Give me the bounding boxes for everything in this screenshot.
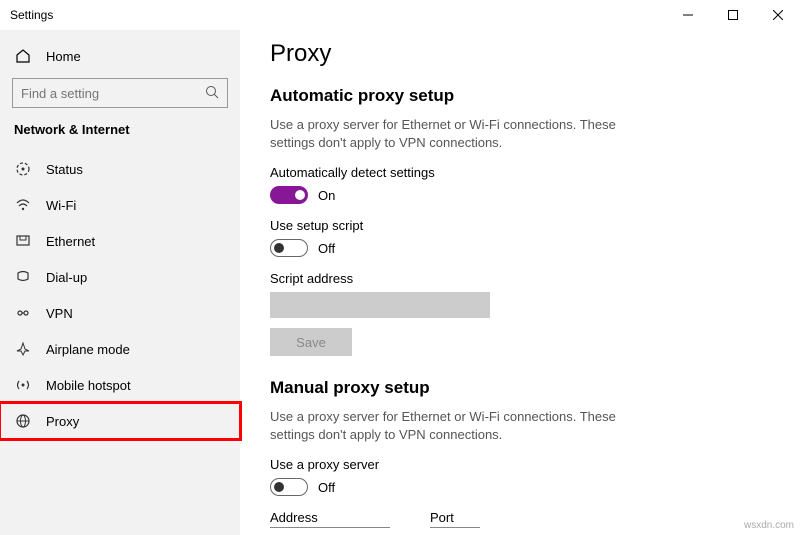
- sidebar-item-vpn[interactable]: VPN: [0, 295, 240, 331]
- search-input[interactable]: [21, 86, 205, 101]
- sidebar-item-label: Mobile hotspot: [46, 378, 131, 393]
- home-label: Home: [46, 49, 81, 64]
- sidebar-item-wifi[interactable]: Wi-Fi: [0, 187, 240, 223]
- manual-proxy-desc: Use a proxy server for Ethernet or Wi-Fi…: [270, 408, 650, 443]
- auto-detect-label: Automatically detect settings: [270, 165, 770, 180]
- page-title: Proxy: [270, 40, 770, 68]
- sidebar-item-label: Status: [46, 162, 83, 177]
- home-nav[interactable]: Home: [0, 40, 240, 72]
- use-proxy-label: Use a proxy server: [270, 457, 770, 472]
- titlebar: Settings: [0, 0, 800, 30]
- window-title: Settings: [10, 8, 53, 22]
- sidebar-item-label: VPN: [46, 306, 73, 321]
- search-icon: [205, 85, 219, 102]
- port-label: Port: [430, 510, 480, 528]
- sidebar-item-ethernet[interactable]: Ethernet: [0, 223, 240, 259]
- maximize-button[interactable]: [710, 0, 755, 30]
- minimize-button[interactable]: [665, 0, 710, 30]
- window-controls: [665, 0, 800, 30]
- use-script-label: Use setup script: [270, 218, 770, 233]
- vpn-icon: [14, 305, 32, 321]
- auto-detect-state: On: [318, 188, 335, 203]
- manual-proxy-heading: Manual proxy setup: [270, 378, 770, 398]
- watermark: wsxdn.com: [744, 520, 794, 531]
- use-proxy-state: Off: [318, 480, 335, 495]
- airplane-icon: [14, 341, 32, 357]
- script-address-label: Script address: [270, 271, 770, 286]
- sidebar-item-dialup[interactable]: Dial-up: [0, 259, 240, 295]
- sidebar-item-airplane[interactable]: Airplane mode: [0, 331, 240, 367]
- use-script-toggle[interactable]: [270, 239, 308, 257]
- status-icon: [14, 161, 32, 177]
- address-label: Address: [270, 510, 390, 528]
- proxy-icon: [14, 413, 32, 429]
- sidebar-item-status[interactable]: Status: [0, 151, 240, 187]
- use-proxy-toggle[interactable]: [270, 478, 308, 496]
- use-script-state: Off: [318, 241, 335, 256]
- save-button[interactable]: Save: [270, 328, 352, 356]
- sidebar-item-label: Proxy: [46, 414, 79, 429]
- sidebar: Home Network & Internet Status Wi-Fi Eth…: [0, 30, 240, 535]
- auto-proxy-heading: Automatic proxy setup: [270, 86, 770, 106]
- main-content: Proxy Automatic proxy setup Use a proxy …: [240, 30, 800, 535]
- sidebar-item-label: Airplane mode: [46, 342, 130, 357]
- category-heading: Network & Internet: [0, 122, 240, 151]
- auto-proxy-desc: Use a proxy server for Ethernet or Wi-Fi…: [270, 116, 650, 151]
- sidebar-item-label: Wi-Fi: [46, 198, 76, 213]
- script-address-input[interactable]: [270, 292, 490, 318]
- dialup-icon: [14, 269, 32, 285]
- search-box[interactable]: [12, 78, 228, 108]
- home-icon: [14, 48, 32, 64]
- sidebar-item-label: Ethernet: [46, 234, 95, 249]
- close-button[interactable]: [755, 0, 800, 30]
- wifi-icon: [14, 197, 32, 213]
- sidebar-item-label: Dial-up: [46, 270, 87, 285]
- ethernet-icon: [14, 233, 32, 249]
- auto-detect-toggle[interactable]: [270, 186, 308, 204]
- sidebar-item-proxy[interactable]: Proxy: [0, 403, 240, 439]
- sidebar-item-hotspot[interactable]: Mobile hotspot: [0, 367, 240, 403]
- hotspot-icon: [14, 377, 32, 393]
